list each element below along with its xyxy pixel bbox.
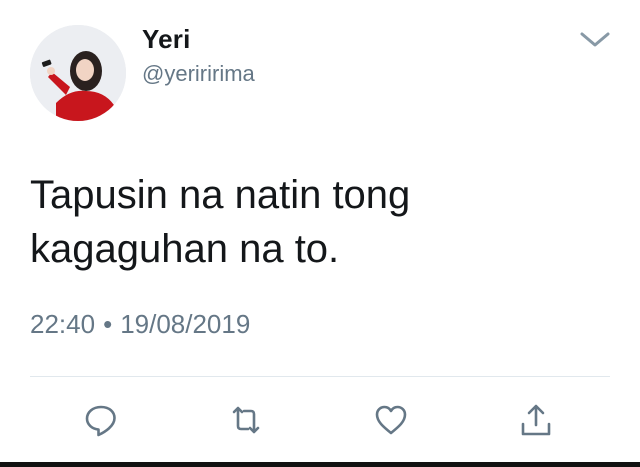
- tweet-time: 22:40: [30, 309, 96, 339]
- heart-icon[interactable]: [373, 402, 409, 438]
- avatar[interactable]: [30, 25, 126, 121]
- retweet-icon[interactable]: [228, 402, 264, 438]
- tweet-date: 19/08/2019: [120, 309, 251, 339]
- user-handle[interactable]: @yeriririma: [142, 61, 255, 87]
- meta-separator: •: [103, 309, 113, 339]
- reply-icon[interactable]: [83, 402, 119, 438]
- share-icon[interactable]: [518, 402, 554, 438]
- tweet-text-line: Tapusin na natin tong: [30, 173, 411, 217]
- divider: [30, 376, 610, 377]
- tweet-text: Tapusin na natin tong kagaguhan na to.: [30, 168, 610, 276]
- bottom-border: [0, 462, 640, 467]
- display-name[interactable]: Yeri: [142, 24, 191, 55]
- chevron-down-icon[interactable]: [578, 28, 612, 50]
- tweet-card: Yeri @yeriririma Tapusin na natin tong k…: [0, 0, 640, 467]
- avatar-photo: [30, 25, 126, 121]
- tweet-timestamp[interactable]: 22:40 • 19/08/2019: [30, 309, 250, 340]
- tweet-text-line: kagaguhan na to.: [30, 227, 340, 271]
